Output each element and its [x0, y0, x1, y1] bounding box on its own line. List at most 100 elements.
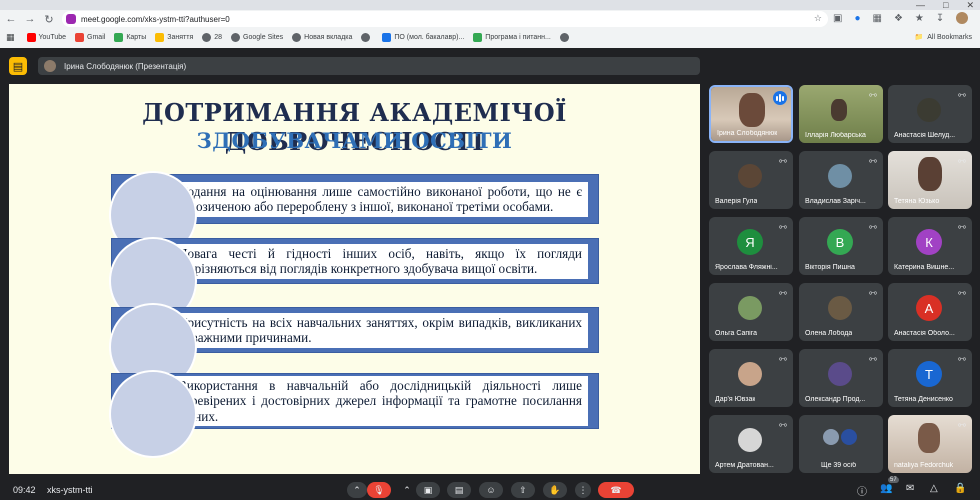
participant-tile[interactable]: А ⧟ Анастасія Оболо... [888, 283, 972, 341]
site-info-icon[interactable] [66, 14, 76, 24]
emoji-icon: ☺ [486, 485, 496, 495]
leave-call-button[interactable]: ☎ [598, 482, 634, 498]
bookmark-maps[interactable]: Карты [114, 33, 146, 42]
present-button[interactable]: ⇧ [511, 482, 535, 498]
download-icon[interactable]: ↧ [936, 13, 944, 24]
all-bookmarks-button[interactable]: 📁 All Bookmarks [915, 33, 972, 42]
participant-tile[interactable]: ⧟ Анастасія Шелуд... [888, 85, 972, 143]
participant-tile[interactable]: К ⧟ Катерина Вишне... [888, 217, 972, 275]
bookmark-po[interactable]: ПО (мол. бакалавр)... [382, 33, 464, 42]
participant-tile[interactable]: ⧟ Дар'я Ювзак [709, 349, 793, 407]
camera-options-button[interactable]: ⌃ [398, 482, 416, 498]
participant-name: Владислав Заріч... [805, 198, 866, 205]
participant-name: Олександр Прод... [805, 396, 866, 403]
extension-blue-icon[interactable]: ● [854, 13, 860, 24]
participant-tile[interactable]: ⧟ Валерія Гула [709, 151, 793, 209]
mic-off-icon: ⧟ [869, 90, 877, 99]
captions-button[interactable]: ▤ [447, 482, 471, 498]
chat-icon[interactable]: ✉ [906, 483, 914, 494]
browser-chrome: — □ ✕ ← → ↻ meet.google.com/xks-ystm-tti… [0, 0, 980, 48]
omnibox-actions: ☆ [814, 13, 822, 24]
camera-icon: ▣ [423, 484, 433, 495]
site-icon [202, 33, 212, 42]
meeting-code: xks-ystm-tti [47, 485, 93, 495]
participant-name: Тетяна Юзько [894, 198, 940, 205]
emoji-button[interactable]: ☺ [479, 482, 503, 498]
clock: 09:42 [13, 485, 36, 495]
participant-tile[interactable]: Т ⧟ Тетяна Денисенко [888, 349, 972, 407]
minimize-icon[interactable]: — [916, 0, 925, 10]
mic-off-icon: ⧟ [869, 354, 877, 363]
maximize-icon[interactable]: □ [943, 0, 948, 10]
address-bar[interactable]: meet.google.com/xks-ystm-tti?authuser=0 … [62, 11, 828, 27]
participant-name: nataliya Fedorchuk [894, 462, 954, 469]
bookmarks-bar: ▦ YouTube Gmail Карты Заняття 28 Google … [0, 29, 980, 46]
mic-off-icon: ⧟ [779, 288, 787, 297]
drive-icon [382, 33, 392, 42]
info-icon[interactable]: ⓘ [857, 483, 867, 498]
avatar [828, 164, 852, 188]
camera-icon[interactable]: ▣ [833, 13, 842, 24]
participant-tile[interactable]: Ірина Слободянюк [709, 85, 793, 143]
bookmark-classes[interactable]: Заняття [155, 33, 193, 42]
participant-tile[interactable]: ⧟ Владислав Заріч... [799, 151, 883, 209]
apps-icon[interactable]: ▦ [6, 32, 15, 43]
avatar [738, 164, 762, 188]
participant-name: Анастасія Шелуд... [894, 132, 956, 139]
activities-icon[interactable]: △ [930, 483, 938, 494]
bookmark-google-sites[interactable]: Google Sites [231, 33, 283, 42]
participant-tile[interactable]: ⧟ Олександр Прод... [799, 349, 883, 407]
bookmark-youtube[interactable]: YouTube [26, 33, 66, 42]
bookmark-gmail[interactable]: Gmail [75, 33, 105, 42]
participant-tile[interactable]: ⧟ nataliya Fedorchuk [888, 415, 972, 473]
avatar [828, 362, 852, 386]
back-icon[interactable]: ← [3, 11, 19, 27]
participant-face [918, 157, 942, 191]
participant-tile[interactable]: В ⧟ Вікторія Пишна [799, 217, 883, 275]
avatar: Т [916, 361, 942, 387]
profile-avatar[interactable] [956, 12, 969, 24]
close-icon[interactable]: ✕ [966, 0, 974, 11]
reload-icon[interactable]: ↻ [41, 11, 57, 27]
participant-face [831, 99, 847, 121]
globe-icon [361, 33, 371, 42]
meet-controls-bar: 09:42 xks-ystm-tti ⌃ 🎙 ⌃ ▣ ▤ ☺ ⇧ ✋ ⋮ ☎ ⓘ… [0, 477, 980, 500]
window-controls: — □ ✕ [916, 0, 974, 10]
star-icon[interactable]: ☆ [814, 13, 822, 24]
bookmark-program[interactable]: Програма і питанн... [473, 33, 551, 42]
bookmark-unnamed[interactable] [361, 33, 373, 42]
puzzle-icon[interactable]: ❖ [894, 13, 903, 24]
participant-tile[interactable]: Я ⧟ Ярослава Фляжні... [709, 217, 793, 275]
participant-tile[interactable]: ⧟ Артем Дратован... [709, 415, 793, 473]
url-text: meet.google.com/xks-ystm-tti?authuser=0 [81, 14, 230, 24]
bullet-text: Подання на оцінювання лише самостійно ви… [172, 181, 588, 217]
bookmark-new-tab[interactable]: Новая вкладка [292, 33, 352, 42]
participant-name: Ірина Слободянюк [717, 130, 778, 137]
extension-icon[interactable]: ▦ [873, 13, 882, 24]
participant-tile[interactable]: ⧟ Ілларія Любарська [799, 85, 883, 143]
participant-tile[interactable]: ⧟ Ольга Сапіга [709, 283, 793, 341]
forward-icon[interactable]: → [22, 11, 38, 27]
bullet-text: Повага честі й гідності інших осіб, наві… [172, 243, 588, 279]
more-options-button[interactable]: ⋮ [575, 482, 591, 498]
camera-toggle-button[interactable]: ▣ [416, 482, 440, 498]
slide-subtitle: ЗДОБУВАЧАМИ ОСВІТИ [196, 128, 513, 153]
participant-tile[interactable]: ⧟ Тетяна Юзько [888, 151, 972, 209]
bookmark-star-icon[interactable]: ★ [915, 13, 924, 24]
participant-tile[interactable]: ⧟ Олена Лобода [799, 283, 883, 341]
bookmark-unnamed-2[interactable] [559, 33, 572, 42]
mic-off-icon: ⧟ [779, 354, 787, 363]
host-controls-icon[interactable]: 🔒 [954, 483, 966, 494]
bookmark-28[interactable]: 28 [202, 33, 222, 42]
maps-icon [114, 33, 124, 42]
raise-hand-button[interactable]: ✋ [543, 482, 567, 498]
mic-toggle-button[interactable]: 🎙 [367, 482, 391, 498]
people-icon[interactable]: 👥 [880, 483, 892, 494]
gmail-icon [75, 33, 85, 42]
mic-off-icon: ⧟ [779, 420, 787, 429]
participant-name: Ольга Сапіга [715, 330, 757, 337]
participant-tile[interactable]: Ще 39 осіб [799, 415, 883, 473]
presenter-chip[interactable]: Ірина Слободянюк (Презентація) [38, 57, 700, 75]
mic-options-button[interactable]: ⌃ [347, 482, 367, 498]
globe-icon [559, 33, 569, 42]
